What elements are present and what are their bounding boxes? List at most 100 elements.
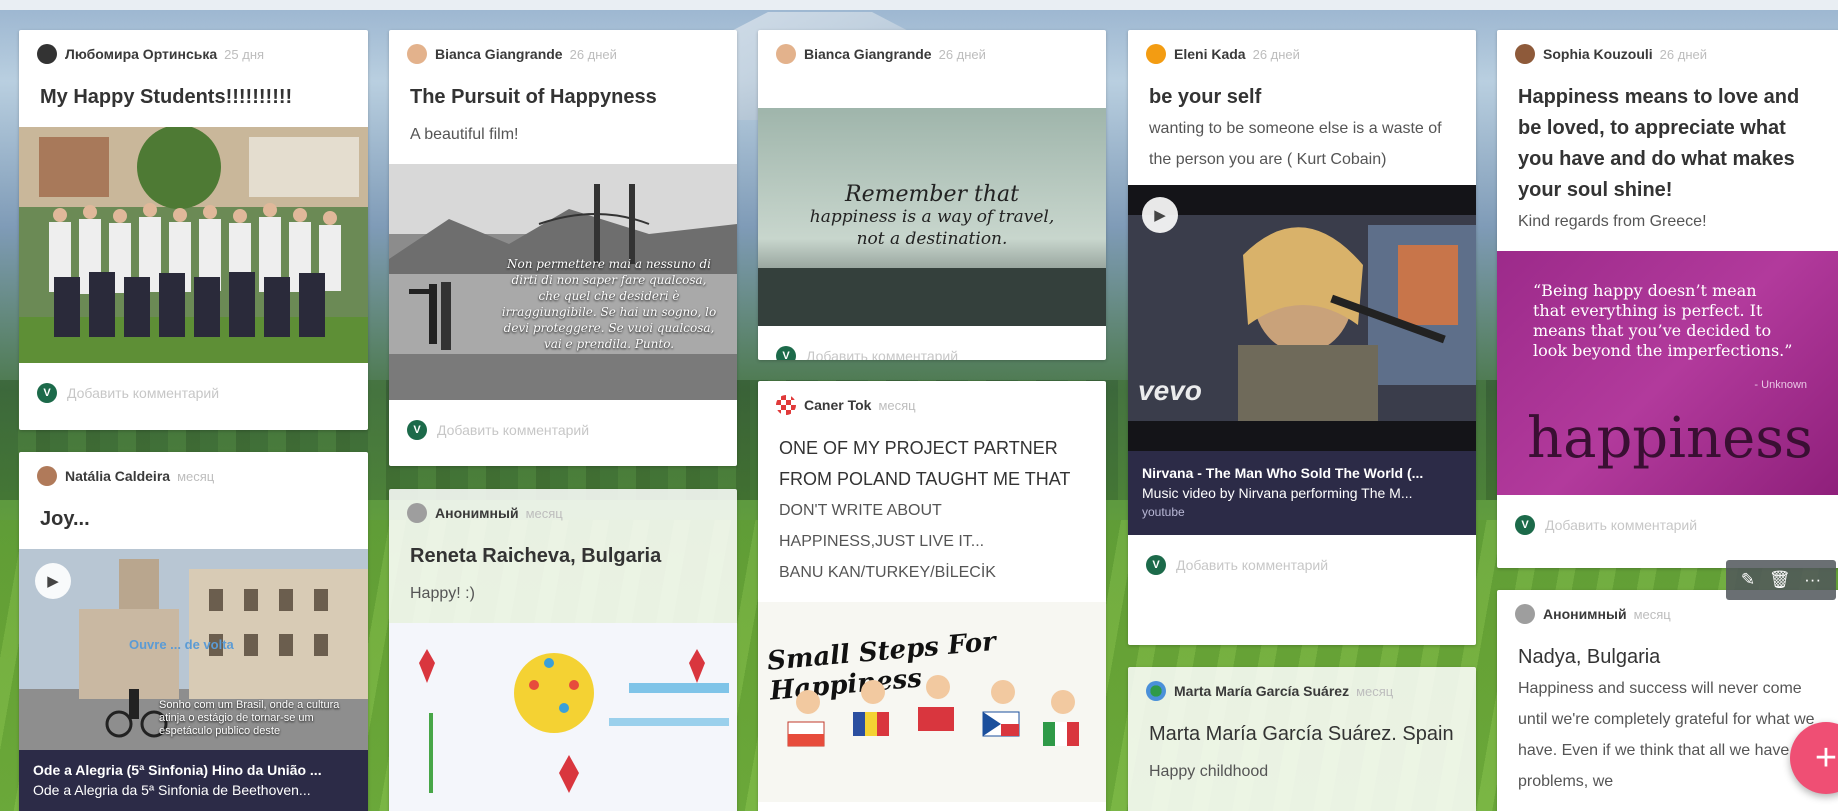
post-time: месяц bbox=[878, 397, 916, 413]
post-title: The Pursuit of Happyness bbox=[410, 86, 657, 108]
post-author[interactable]: Любомира Ортинська 25 дня bbox=[19, 30, 368, 78]
author-name[interactable]: Eleni Kada bbox=[1174, 46, 1246, 62]
comment-placeholder: Добавить комментарий bbox=[1545, 517, 1698, 533]
post-image[interactable]: Non permettere mai a nessuno di dirti di… bbox=[389, 164, 737, 400]
post-time: месяц bbox=[1356, 683, 1394, 699]
post-image[interactable] bbox=[389, 623, 737, 811]
post-title: Nadya, Bulgaria bbox=[1518, 646, 1661, 668]
post-card[interactable]: Анонимный месяц Reneta Raicheva, Bulgari… bbox=[389, 489, 737, 811]
body-line: DON'T WRITE ABOUT bbox=[779, 502, 942, 519]
author-name[interactable]: Bianca Giangrande bbox=[804, 46, 932, 62]
quote-line: Remember that bbox=[845, 182, 1019, 207]
avatar[interactable] bbox=[1515, 604, 1535, 624]
add-comment-field[interactable]: V Добавить комментарий bbox=[19, 363, 368, 423]
user-avatar-icon: V bbox=[37, 383, 57, 403]
post-title: Marta María García Suárez. Spain bbox=[1149, 723, 1454, 745]
video-title: Ode a Alegria (5ª Sinfonia) Hino da Uniã… bbox=[33, 762, 322, 778]
avatar[interactable] bbox=[407, 503, 427, 523]
edit-icon[interactable]: ✎ bbox=[1741, 570, 1755, 590]
post-image[interactable]: Remember that happiness is a way of trav… bbox=[758, 108, 1106, 326]
play-button[interactable]: ▶ bbox=[1142, 197, 1178, 233]
post-title: ONE OF MY PROJECT PARTNER FROM POLAND TA… bbox=[779, 438, 1071, 489]
quote-line: not a destination. bbox=[856, 229, 1008, 249]
image-quote: Remember that happiness is a way of trav… bbox=[758, 184, 1106, 250]
post-time: 26 дней bbox=[938, 46, 986, 62]
post-card[interactable]: Natália Caldeira месяц Joy... Ouvre ... … bbox=[19, 452, 368, 811]
user-avatar-icon: V bbox=[776, 346, 796, 360]
post-actions-toolbar: ✎ 🗑 ··· bbox=[1726, 560, 1836, 600]
play-button[interactable]: ▶ bbox=[35, 563, 71, 599]
post-author[interactable]: Natália Caldeira месяц bbox=[19, 452, 368, 500]
add-comment-field[interactable]: V Добавить комментарий bbox=[389, 400, 737, 460]
author-name[interactable]: Natália Caldeira bbox=[65, 468, 170, 484]
avatar[interactable] bbox=[37, 44, 57, 64]
body-line: HAPPINESS,JUST LIVE IT... bbox=[779, 533, 985, 550]
author-name[interactable]: Анонимный bbox=[1543, 606, 1627, 622]
add-comment-field[interactable]: V Добавить комментарий bbox=[1128, 535, 1476, 595]
post-author[interactable]: Marta María García Suárez месяц bbox=[1128, 667, 1476, 715]
post-time: месяц bbox=[1633, 606, 1671, 622]
avatar[interactable] bbox=[1146, 681, 1166, 701]
post-card[interactable]: Eleni Kada 26 дней be your self wanting … bbox=[1128, 30, 1476, 645]
author-name[interactable]: Marta María García Suárez bbox=[1174, 683, 1349, 699]
add-comment-field[interactable]: V Добавить комментарий bbox=[758, 326, 1106, 360]
post-author[interactable]: Bianca Giangrande 26 дней bbox=[389, 30, 737, 78]
author-name[interactable]: Анонимный bbox=[435, 505, 519, 521]
more-icon[interactable]: ··· bbox=[1804, 570, 1821, 590]
user-avatar-icon: V bbox=[1515, 515, 1535, 535]
video-thumbnail[interactable]: vevo ▶ bbox=[1128, 185, 1476, 451]
post-image[interactable]: “Being happy doesn’t mean that everythin… bbox=[1497, 251, 1838, 495]
add-comment-field[interactable]: V Добавить комментарий bbox=[1497, 495, 1838, 555]
post-time: 26 дней bbox=[1252, 46, 1300, 62]
avatar[interactable] bbox=[407, 44, 427, 64]
author-name[interactable]: Любомира Ортинська bbox=[65, 46, 217, 62]
post-author[interactable]: Анонимный месяц bbox=[389, 489, 737, 537]
avatar[interactable] bbox=[776, 44, 796, 64]
child-drawing-image bbox=[389, 623, 737, 811]
post-time: месяц bbox=[177, 468, 215, 484]
avatar[interactable] bbox=[776, 395, 796, 415]
post-card[interactable]: Bianca Giangrande 26 дней Remember that … bbox=[758, 30, 1106, 360]
post-image[interactable]: Small Steps For Happiness bbox=[758, 602, 1106, 802]
image-word: happiness bbox=[1527, 406, 1813, 471]
author-name[interactable]: Sophia Kouzouli bbox=[1543, 46, 1653, 62]
post-image[interactable] bbox=[19, 127, 368, 363]
avatar[interactable] bbox=[1146, 44, 1166, 64]
author-name[interactable]: Caner Tok bbox=[804, 397, 871, 413]
post-title: Joy... bbox=[40, 508, 90, 530]
vevo-logo: vevo bbox=[1138, 375, 1202, 406]
post-body: Happy! :) bbox=[410, 585, 475, 602]
post-time: месяц bbox=[525, 505, 563, 521]
post-author[interactable]: Sophia Kouzouli 26 дней bbox=[1497, 30, 1838, 78]
video-title: Nirvana - The Man Who Sold The World (..… bbox=[1142, 465, 1424, 481]
post-card[interactable]: Sophia Kouzouli 26 дней Happiness means … bbox=[1497, 30, 1838, 568]
delete-icon[interactable]: 🗑 bbox=[1769, 570, 1791, 590]
post-title: Happiness means to love and be loved, to… bbox=[1518, 86, 1800, 201]
post-card[interactable]: Marta María García Suárez месяц Marta Ma… bbox=[1128, 667, 1476, 811]
post-author[interactable]: Bianca Giangrande 26 дней bbox=[758, 30, 1106, 78]
post-card[interactable]: Анонимный месяц Nadya, Bulgaria Happines… bbox=[1497, 590, 1838, 811]
children-flags-drawing bbox=[787, 675, 1079, 747]
post-title: be your self bbox=[1149, 86, 1262, 108]
comment-placeholder: Добавить комментарий bbox=[437, 422, 590, 438]
post-author[interactable]: Eleni Kada 26 дней bbox=[1128, 30, 1476, 78]
video-info[interactable]: Ode a Alegria (5ª Sinfonia) Hino da Uniã… bbox=[19, 750, 368, 811]
video-description: Music video by Nirvana performing The M.… bbox=[1142, 485, 1413, 501]
top-bar bbox=[0, 0, 1838, 10]
post-card[interactable]: Caner Tok месяц ONE OF MY PROJECT PARTNE… bbox=[758, 381, 1106, 811]
post-card[interactable]: Любомира Ортинська 25 дня My Happy Stude… bbox=[19, 30, 368, 430]
post-author[interactable]: Caner Tok месяц bbox=[758, 381, 1106, 429]
body-line: BANU KAN/TURKEY/BİLECİK bbox=[779, 564, 996, 581]
post-body: Happy childhood bbox=[1149, 763, 1269, 780]
post-title: My Happy Students!!!!!!!!!! bbox=[40, 86, 293, 108]
video-thumbnail[interactable]: Ouvre ... de volta Sonho com um Brasil, … bbox=[19, 549, 368, 750]
author-name[interactable]: Bianca Giangrande bbox=[435, 46, 563, 62]
avatar[interactable] bbox=[1515, 44, 1535, 64]
post-card[interactable]: Bianca Giangrande 26 дней The Pursuit of… bbox=[389, 30, 737, 466]
post-time: 26 дней bbox=[1659, 46, 1707, 62]
image-caption: Sonho com um Brasil, onde a cultura atin… bbox=[159, 699, 340, 737]
avatar[interactable] bbox=[37, 466, 57, 486]
image-quote: “Being happy doesn’t mean that everythin… bbox=[1533, 281, 1793, 360]
user-avatar-icon: V bbox=[407, 420, 427, 440]
video-info[interactable]: Nirvana - The Man Who Sold The World (..… bbox=[1128, 451, 1476, 535]
